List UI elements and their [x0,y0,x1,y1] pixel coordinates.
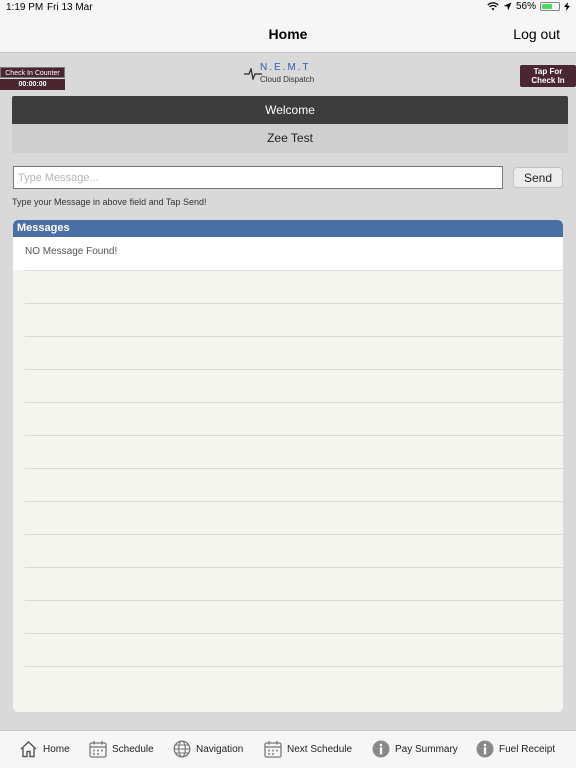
list-line [25,633,563,666]
tab-navigation[interactable]: Navigation [173,740,243,758]
status-bar: 1:19 PM Fri 13 Mar 56% [0,0,576,16]
list-line [25,270,563,303]
message-input[interactable] [13,166,503,189]
tab-schedule[interactable]: Schedule [89,740,154,758]
list-line [25,501,563,534]
tab-fuel-receipt-label: Fuel Receipt [499,743,556,755]
tab-pay-summary-label: Pay Summary [395,743,458,755]
list-line [25,534,563,567]
list-line [25,600,563,633]
home-icon [20,741,37,758]
send-button[interactable]: Send [513,167,563,188]
list-line [25,402,563,435]
welcome-bar: Welcome [12,96,568,124]
tab-schedule-label: Schedule [112,743,154,755]
user-name-bar: Zee Test [12,124,568,153]
check-in-counter-value: 00:00:00 [0,79,65,90]
tap-check-in-line2: Check In [531,76,565,85]
list-line [25,567,563,600]
tab-next-schedule-label: Next Schedule [287,743,353,755]
logo-subtitle: Cloud Dispatch [260,75,315,84]
tap-check-in-line1: Tap For [533,67,563,76]
status-time: 1:19 PM [6,2,44,13]
nemt-logo: N.E.M.T Cloud Dispatch [244,62,324,88]
tab-bar: Home Schedule Navigation Next Schedule P… [0,730,576,768]
nav-bar: Home Log out [0,16,576,53]
charging-icon [564,2,570,11]
status-right: 56% [487,1,570,12]
logout-button[interactable]: Log out [513,26,560,42]
tab-pay-summary[interactable]: Pay Summary [372,740,458,758]
globe-icon [173,740,191,758]
logo-brand: N.E.M.T [260,62,311,73]
tab-next-schedule[interactable]: Next Schedule [264,740,352,758]
page-title: Home [268,26,308,42]
messages-header: Messages [13,220,563,237]
location-arrow-icon [503,2,512,11]
tab-fuel-receipt[interactable]: Fuel Receipt [476,740,555,758]
wifi-icon [487,2,499,11]
list-line [25,435,563,468]
info-icon [476,740,494,758]
tab-home-label: Home [43,743,70,755]
list-line [25,666,563,699]
check-in-counter: Check In Counter 00:00:00 [0,67,65,90]
message-hint: Type your Message in above field and Tap… [12,197,207,207]
info-icon [372,740,390,758]
tab-navigation-label: Navigation [196,743,244,755]
tab-home[interactable]: Home [19,740,70,758]
check-in-counter-label: Check In Counter [0,67,65,78]
status-date: Fri 13 Mar [47,2,93,13]
list-line [25,369,563,402]
messages-panel: Messages NO Message Found! [13,220,563,712]
calendar-icon [264,741,282,758]
message-list[interactable] [25,270,563,712]
battery-icon [540,2,560,11]
list-line [25,303,563,336]
no-message-row: NO Message Found! [13,237,563,270]
list-line [25,336,563,369]
calendar-icon [89,741,107,758]
list-line [25,468,563,501]
tap-check-in-button[interactable]: Tap For Check In [520,65,576,87]
battery-percent: 56% [515,1,536,12]
